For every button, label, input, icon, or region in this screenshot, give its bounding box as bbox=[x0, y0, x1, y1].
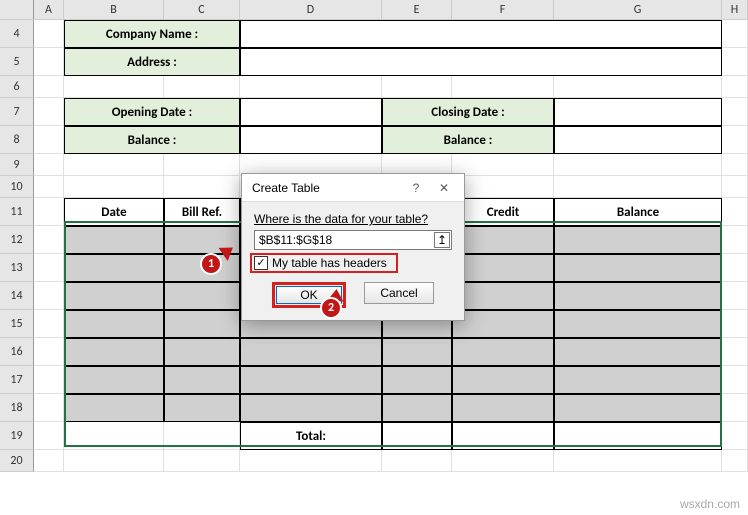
col-header-H[interactable]: H bbox=[722, 0, 748, 19]
table-range-input[interactable] bbox=[254, 230, 452, 250]
col-header-A[interactable]: A bbox=[34, 0, 64, 19]
select-all-corner[interactable] bbox=[0, 0, 34, 19]
col-balance-header[interactable]: Balance bbox=[554, 198, 722, 226]
opening-date-value[interactable] bbox=[240, 98, 382, 126]
callout-badge-1: 1 bbox=[200, 253, 222, 275]
cell-H5[interactable] bbox=[722, 48, 748, 76]
dialog-question: Where is the data for your table? bbox=[254, 212, 452, 226]
close-icon[interactable]: ✕ bbox=[430, 176, 458, 200]
balance-right-value[interactable] bbox=[554, 126, 722, 154]
table-row[interactable] bbox=[452, 226, 554, 254]
col-credit-header[interactable]: Credit bbox=[452, 198, 554, 226]
row-header-8[interactable]: 8 bbox=[0, 126, 34, 154]
cancel-button[interactable]: Cancel bbox=[364, 282, 434, 304]
dialog-title: Create Table bbox=[252, 181, 402, 195]
col-header-B[interactable]: B bbox=[64, 0, 164, 19]
row-header-6[interactable]: 6 bbox=[0, 76, 34, 98]
watermark: wsxdn.com bbox=[680, 497, 740, 511]
headers-checkbox[interactable]: ✓ bbox=[254, 256, 268, 270]
company-name-label: Company Name : bbox=[64, 20, 240, 48]
row-header-13[interactable]: 13 bbox=[0, 254, 34, 282]
row-header-4[interactable]: 4 bbox=[0, 20, 34, 48]
cell-A4[interactable] bbox=[34, 20, 64, 48]
balance-left-value[interactable] bbox=[240, 126, 382, 154]
closing-date-value[interactable] bbox=[554, 98, 722, 126]
total-debit[interactable] bbox=[382, 422, 452, 450]
table-row[interactable] bbox=[64, 226, 164, 254]
row-header-10[interactable]: 10 bbox=[0, 176, 34, 198]
row-header-17[interactable]: 17 bbox=[0, 366, 34, 394]
col-date-header[interactable]: Date bbox=[64, 198, 164, 226]
col-header-F[interactable]: F bbox=[452, 0, 554, 19]
opening-date-label: Opening Date : bbox=[64, 98, 240, 126]
closing-date-label: Closing Date : bbox=[382, 98, 554, 126]
address-label: Address : bbox=[64, 48, 240, 76]
table-row[interactable] bbox=[554, 226, 722, 254]
balance-right-label: Balance : bbox=[382, 126, 554, 154]
dialog-titlebar[interactable]: Create Table ? ✕ bbox=[242, 174, 464, 202]
row-header-20[interactable]: 20 bbox=[0, 450, 34, 472]
row-header-9[interactable]: 9 bbox=[0, 154, 34, 176]
row-header-12[interactable]: 12 bbox=[0, 226, 34, 254]
row-header-18[interactable]: 18 bbox=[0, 394, 34, 422]
help-icon[interactable]: ? bbox=[402, 176, 430, 200]
col-header-E[interactable]: E bbox=[382, 0, 452, 19]
callout-badge-2: 2 bbox=[320, 297, 342, 319]
company-name-value[interactable] bbox=[240, 20, 722, 48]
col-header-G[interactable]: G bbox=[554, 0, 722, 19]
cell-H4[interactable] bbox=[722, 20, 748, 48]
row-header-15[interactable]: 15 bbox=[0, 310, 34, 338]
total-credit[interactable] bbox=[452, 422, 554, 450]
row-header-5[interactable]: 5 bbox=[0, 48, 34, 76]
total-balance[interactable] bbox=[554, 422, 722, 450]
create-table-dialog: Create Table ? ✕ Where is the data for y… bbox=[241, 173, 465, 321]
column-headers: A B C D E F G H bbox=[0, 0, 748, 20]
balance-left-label: Balance : bbox=[64, 126, 240, 154]
row-header-14[interactable]: 14 bbox=[0, 282, 34, 310]
col-billref-header[interactable]: Bill Ref. bbox=[164, 198, 240, 226]
col-header-C[interactable]: C bbox=[164, 0, 240, 19]
col-header-D[interactable]: D bbox=[240, 0, 382, 19]
row-header-11[interactable]: 11 bbox=[0, 198, 34, 226]
total-label: Total: bbox=[240, 422, 382, 450]
headers-checkbox-label[interactable]: My table has headers bbox=[272, 256, 387, 270]
cell-A5[interactable] bbox=[34, 48, 64, 76]
row-header-19[interactable]: 19 bbox=[0, 422, 34, 450]
row-header-16[interactable]: 16 bbox=[0, 338, 34, 366]
address-value[interactable] bbox=[240, 48, 722, 76]
range-select-icon[interactable]: ↥ bbox=[434, 232, 450, 248]
row-header-7[interactable]: 7 bbox=[0, 98, 34, 126]
